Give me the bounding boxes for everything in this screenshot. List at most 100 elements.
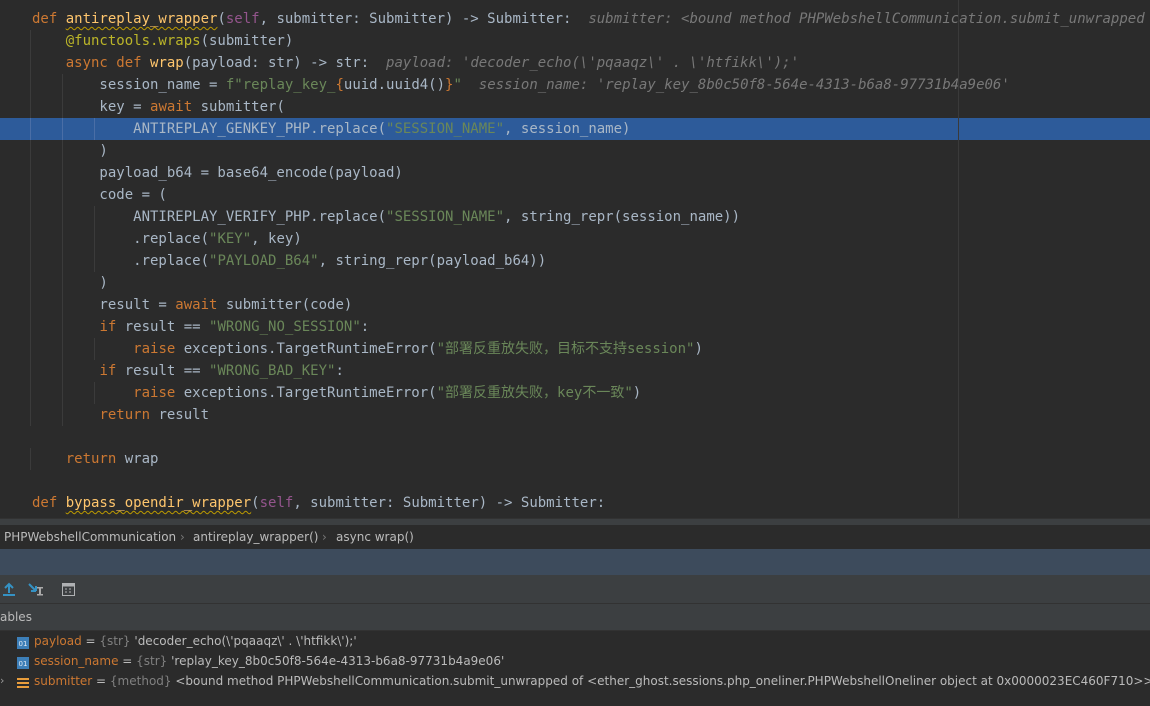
code-line[interactable]: raise exceptions.TargetRuntimeError("部署反… [0, 338, 1150, 360]
code-line[interactable]: @functools.wraps(submitter) [0, 30, 1150, 52]
indent-guide [30, 228, 31, 250]
variable-value: 'decoder_echo(\'pqaaqz\' . \'htfikk\');' [134, 634, 357, 648]
variable-equals: = [118, 654, 137, 668]
variable-type: {str} [99, 634, 135, 648]
code-text: session_name = f"replay_key_{uuid.uuid4(… [32, 77, 1010, 93]
indent-guide [30, 184, 31, 206]
variables-panel-header: ables [0, 604, 1150, 631]
variable-row[interactable]: › submitter = {method} <bound method PHPW… [0, 671, 1150, 691]
code-text: ANTIREPLAY_VERIFY_PHP.replace("SESSION_N… [32, 209, 741, 225]
variable-text: session_name = {str} 'replay_key_8b0c50f… [34, 651, 504, 671]
indent-guide [30, 74, 31, 96]
code-text: raise exceptions.TargetRuntimeError("部署反… [133, 341, 703, 357]
code-line[interactable]: ANTIREPLAY_VERIFY_PHP.replace("SESSION_N… [0, 206, 1150, 228]
code-line[interactable]: key = await submitter( [0, 96, 1150, 118]
svg-text:01: 01 [19, 640, 28, 648]
variable-name: session_name [34, 654, 119, 668]
code-text: def antireplay_wrapper(self, submitter: … [32, 11, 1150, 27]
code-line[interactable]: .replace("PAYLOAD_B64", string_repr(payl… [0, 250, 1150, 272]
right-margin-guide [958, 0, 959, 522]
indent-guide [30, 30, 31, 52]
code-editor[interactable]: def antireplay_wrapper(self, submitter: … [0, 8, 1150, 518]
code-line[interactable]: ) [0, 272, 1150, 294]
indent-guide [30, 404, 31, 426]
indent-guide [30, 140, 31, 162]
variable-name: submitter [34, 674, 93, 688]
string-var-icon: 01 [17, 635, 29, 649]
code-text: @functools.wraps(submitter) [65, 33, 294, 49]
variable-row[interactable]: 01 session_name = {str} 'replay_key_8b0c5… [0, 651, 1150, 671]
indent-guide [30, 382, 31, 404]
breadcrumb-class[interactable]: PHPWebshellCommunication [4, 530, 176, 544]
code-line[interactable]: if result == "WRONG_NO_SESSION": [0, 316, 1150, 338]
variables-list: 01 payload = {str} 'decoder_echo(\'pqaaqz… [0, 631, 1150, 706]
variable-text: submitter = {method} <bound method PHPWe… [34, 671, 1150, 691]
code-line[interactable]: ANTIREPLAY_GENKEY_PHP.replace("SESSION_N… [0, 118, 1150, 140]
code-text: ) [32, 143, 108, 159]
code-text: async def wrap(payload: str) -> str: pay… [65, 55, 800, 71]
code-line[interactable]: def antireplay_wrapper(self, submitter: … [0, 8, 1150, 30]
method-var-icon [17, 675, 29, 688]
variable-value: <bound method PHPWebshellCommunication.s… [175, 674, 1150, 688]
indent-guide [30, 448, 31, 470]
indent-guide [30, 272, 31, 294]
expand-arrow-icon[interactable]: › [0, 671, 4, 691]
code-line[interactable]: code = ( [0, 184, 1150, 206]
code-line[interactable] [0, 426, 1150, 448]
code-text: return wrap [65, 451, 159, 467]
variables-label: ables [0, 610, 32, 624]
code-line[interactable]: if result == "WRONG_BAD_KEY": [0, 360, 1150, 382]
variable-name: payload [34, 634, 82, 648]
svg-text:01: 01 [19, 660, 28, 668]
evaluate-expression-icon[interactable] [60, 580, 78, 598]
variable-text: payload = {str} 'decoder_echo(\'pqaaqz\'… [34, 631, 357, 651]
breadcrumb-separator: › [180, 530, 185, 544]
code-line[interactable]: session_name = f"replay_key_{uuid.uuid4(… [0, 74, 1150, 96]
code-text: key = await submitter( [32, 99, 285, 115]
code-text: .replace("PAYLOAD_B64", string_repr(payl… [32, 253, 547, 269]
variable-equals: = [92, 674, 110, 688]
variable-value: 'replay_key_8b0c50f8-564e-4313-b6a8-9773… [171, 654, 505, 668]
variable-row[interactable]: 01 payload = {str} 'decoder_echo(\'pqaaqz… [0, 631, 1150, 651]
string-var-icon: 01 [17, 655, 29, 669]
code-line[interactable]: async def wrap(payload: str) -> str: pay… [0, 52, 1150, 74]
code-text: ANTIREPLAY_GENKEY_PHP.replace("SESSION_N… [32, 121, 631, 137]
code-text: def bypass_opendir_wrapper(self, submitt… [32, 495, 606, 511]
indent-guide [30, 118, 31, 140]
code-line[interactable]: result = await submitter(code) [0, 294, 1150, 316]
breadcrumb-inner-function[interactable]: async wrap() [336, 530, 414, 544]
code-line[interactable]: payload_b64 = base64_encode(payload) [0, 162, 1150, 184]
breadcrumb-separator: › [322, 530, 327, 544]
breadcrumb-method[interactable]: antireplay_wrapper() [193, 530, 318, 544]
indent-guide [30, 162, 31, 184]
code-text: payload_b64 = base64_encode(payload) [32, 165, 403, 181]
indent-guide [30, 316, 31, 338]
variable-type: {str} [136, 654, 172, 668]
variable-type: {method} [109, 674, 176, 688]
indent-guide [30, 360, 31, 382]
code-line[interactable]: return result [0, 404, 1150, 426]
indent-guide [30, 338, 31, 360]
code-text: .replace("KEY", key) [32, 231, 302, 247]
step-out-icon[interactable] [1, 580, 19, 598]
variable-equals: = [81, 634, 100, 648]
code-text: ) [32, 275, 108, 291]
code-line[interactable]: return wrap [0, 448, 1150, 470]
editor-splitter[interactable] [0, 518, 1150, 525]
code-line[interactable] [0, 470, 1150, 492]
indent-guide [30, 294, 31, 316]
code-line[interactable]: .replace("KEY", key) [0, 228, 1150, 250]
code-line[interactable]: def bypass_opendir_wrapper(self, submitt… [0, 492, 1150, 514]
code-line[interactable]: raise exceptions.TargetRuntimeError("部署反… [0, 382, 1150, 404]
code-text: raise exceptions.TargetRuntimeError("部署反… [133, 385, 642, 401]
code-text: code = ( [32, 187, 167, 203]
code-text: if result == "WRONG_BAD_KEY": [99, 363, 344, 379]
debug-tool-window-header [0, 549, 1150, 575]
breadcrumb: PHPWebshellCommunication › antireplay_wr… [0, 525, 1150, 549]
indent-guide [30, 206, 31, 228]
code-text: result = await submitter(code) [32, 297, 353, 313]
run-to-cursor-icon[interactable] [27, 580, 45, 598]
code-text: if result == "WRONG_NO_SESSION": [99, 319, 370, 335]
indent-guide [30, 96, 31, 118]
code-line[interactable]: ) [0, 140, 1150, 162]
